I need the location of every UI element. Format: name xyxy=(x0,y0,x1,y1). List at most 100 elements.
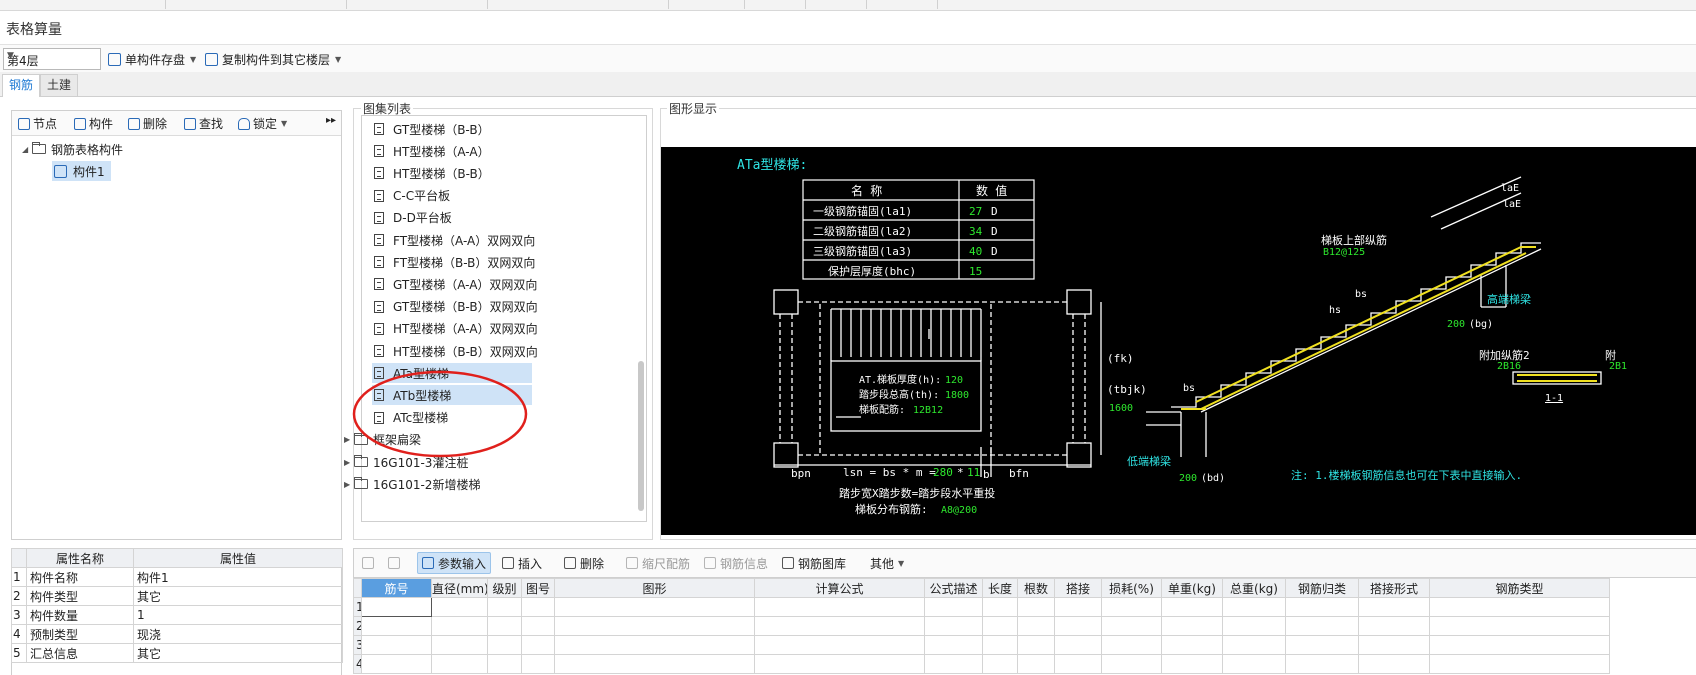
rebar-library-button[interactable]: 钢筋图库 xyxy=(782,553,846,573)
prop-value[interactable]: 其它 xyxy=(133,643,343,663)
table-cell[interactable] xyxy=(982,616,1018,636)
rebar-col-header[interactable]: 级别 xyxy=(487,578,522,598)
table-cell[interactable] xyxy=(554,635,755,655)
table-cell[interactable] xyxy=(1017,654,1055,674)
table-cell[interactable] xyxy=(487,597,522,617)
table-cell[interactable] xyxy=(754,654,925,674)
save-component-button[interactable]: 单构件存盘 ▼ xyxy=(108,49,196,69)
rebar-col-header[interactable]: 钢筋类型 xyxy=(1429,578,1610,598)
atlas-item[interactable]: C-C平台板 xyxy=(374,186,450,206)
atlas-item[interactable]: GT型楼梯（B-B）双网双向 xyxy=(374,297,538,317)
table-cell[interactable] xyxy=(1358,635,1430,655)
table-cell[interactable] xyxy=(1285,654,1359,674)
table-cell[interactable] xyxy=(1358,616,1430,636)
rebar-col-header[interactable]: 图号 xyxy=(521,578,555,598)
atlas-item[interactable]: D-D平台板 xyxy=(374,208,452,228)
table-cell[interactable] xyxy=(1429,635,1610,655)
table-cell[interactable] xyxy=(1429,597,1610,617)
atlas-item[interactable]: GT型楼梯（A-A）双网双向 xyxy=(374,274,537,294)
rebar-col-header[interactable]: 公式描述 xyxy=(924,578,983,598)
table-cell[interactable] xyxy=(1054,635,1102,655)
table-row[interactable]: 1 构件名称 构件1 xyxy=(11,567,343,587)
insert-button[interactable]: 插入 xyxy=(502,553,542,573)
table-cell[interactable] xyxy=(924,635,983,655)
copy-to-floor-button[interactable]: 复制构件到其它楼层 ▼ xyxy=(205,49,341,69)
param-input-button[interactable]: 参数输入 xyxy=(417,552,492,574)
expand-caret-icon[interactable]: ▶ xyxy=(344,480,354,489)
table-row[interactable]: 4 xyxy=(353,654,1610,674)
table-cell[interactable] xyxy=(487,616,522,636)
table-cell[interactable] xyxy=(924,597,983,617)
rebar-col-header[interactable]: 总重(kg) xyxy=(1222,578,1286,598)
atlas-item[interactable]: HT型楼梯（B-B）双网双向 xyxy=(374,341,538,361)
rebar-col-header[interactable]: 根数 xyxy=(1017,578,1055,598)
table-cell[interactable] xyxy=(924,616,983,636)
table-cell[interactable] xyxy=(431,654,488,674)
prop-value[interactable]: 1 xyxy=(133,605,343,625)
atlas-item[interactable]: FT型楼梯（B-B）双网双向 xyxy=(374,252,535,272)
more-icon[interactable]: ▸▸ xyxy=(326,115,336,126)
atlas-item[interactable]: HT型楼梯（B-B） xyxy=(374,163,490,183)
lock-button[interactable]: 锁定 ▼ xyxy=(238,115,287,132)
rebar-col-header[interactable]: 计算公式 xyxy=(754,578,925,598)
table-cell[interactable] xyxy=(431,635,488,655)
atlas-item[interactable]: HT型楼梯（A-A） xyxy=(374,141,490,161)
table-cell[interactable] xyxy=(754,616,925,636)
table-cell[interactable] xyxy=(361,654,432,674)
rebar-col-header[interactable]: 筋号 xyxy=(361,578,432,598)
table-cell[interactable] xyxy=(1101,616,1162,636)
table-cell[interactable] xyxy=(1054,654,1102,674)
table-cell[interactable] xyxy=(431,597,488,617)
table-cell[interactable] xyxy=(1161,635,1223,655)
table-cell[interactable] xyxy=(1161,616,1223,636)
prop-value[interactable]: 构件1 xyxy=(133,567,343,587)
table-cell[interactable] xyxy=(754,597,925,617)
table-cell[interactable] xyxy=(1285,616,1359,636)
table-cell[interactable] xyxy=(361,635,432,655)
move-up-button[interactable] xyxy=(362,553,378,573)
table-cell[interactable] xyxy=(554,616,755,636)
rebar-col-header[interactable]: 图形 xyxy=(554,578,755,598)
table-row[interactable]: 5 汇总信息 其它 xyxy=(11,643,343,663)
table-cell[interactable] xyxy=(1054,616,1102,636)
table-cell[interactable] xyxy=(521,654,555,674)
delete-row-button[interactable]: 删除 xyxy=(564,553,604,573)
table-cell[interactable] xyxy=(754,635,925,655)
table-row[interactable]: 4 预制类型 现浇 xyxy=(11,624,343,644)
table-cell[interactable] xyxy=(1222,616,1286,636)
table-cell[interactable] xyxy=(521,635,555,655)
table-cell[interactable] xyxy=(554,597,755,617)
table-cell[interactable] xyxy=(521,616,555,636)
component-button[interactable]: 构件 xyxy=(74,115,113,132)
table-row[interactable]: 2 xyxy=(353,616,1610,636)
table-cell[interactable] xyxy=(361,597,432,617)
tab-civil[interactable]: 土建 xyxy=(40,74,79,96)
other-menu-button[interactable]: 其他 ▼ xyxy=(870,553,904,573)
table-cell[interactable] xyxy=(1054,597,1102,617)
rebar-col-header[interactable]: 单重(kg) xyxy=(1161,578,1223,598)
table-row[interactable]: 3 构件数量 1 xyxy=(11,605,343,625)
table-cell[interactable] xyxy=(1161,654,1223,674)
table-cell[interactable] xyxy=(982,597,1018,617)
table-cell[interactable] xyxy=(1161,597,1223,617)
table-cell[interactable] xyxy=(1285,597,1359,617)
table-cell[interactable] xyxy=(1429,654,1610,674)
find-button[interactable]: 查找 xyxy=(184,115,223,132)
rebar-col-header[interactable]: 长度 xyxy=(982,578,1018,598)
table-cell[interactable] xyxy=(1222,597,1286,617)
drawing-canvas[interactable]: ATa型楼梯: 名 称 数 值 一级钢筋锚固(la1) 27 D 二级钢筋锚固(… xyxy=(661,147,1696,535)
move-down-button[interactable] xyxy=(388,553,404,573)
rebar-info-button[interactable]: 钢筋信息 xyxy=(704,553,768,573)
table-cell[interactable] xyxy=(1017,635,1055,655)
table-cell[interactable] xyxy=(1017,597,1055,617)
table-cell[interactable] xyxy=(1222,654,1286,674)
table-cell[interactable] xyxy=(1101,597,1162,617)
node-button[interactable]: 节点 xyxy=(18,115,57,132)
atlas-item[interactable]: HT型楼梯（A-A）双网双向 xyxy=(374,319,538,339)
atlas-item[interactable]: FT型楼梯（A-A）双网双向 xyxy=(374,230,535,250)
table-row[interactable]: 1 xyxy=(353,597,1610,617)
rebar-col-header[interactable]: 搭接形式 xyxy=(1358,578,1430,598)
tab-rebar[interactable]: 钢筋 xyxy=(2,74,41,97)
table-cell[interactable] xyxy=(924,654,983,674)
table-cell[interactable] xyxy=(982,635,1018,655)
